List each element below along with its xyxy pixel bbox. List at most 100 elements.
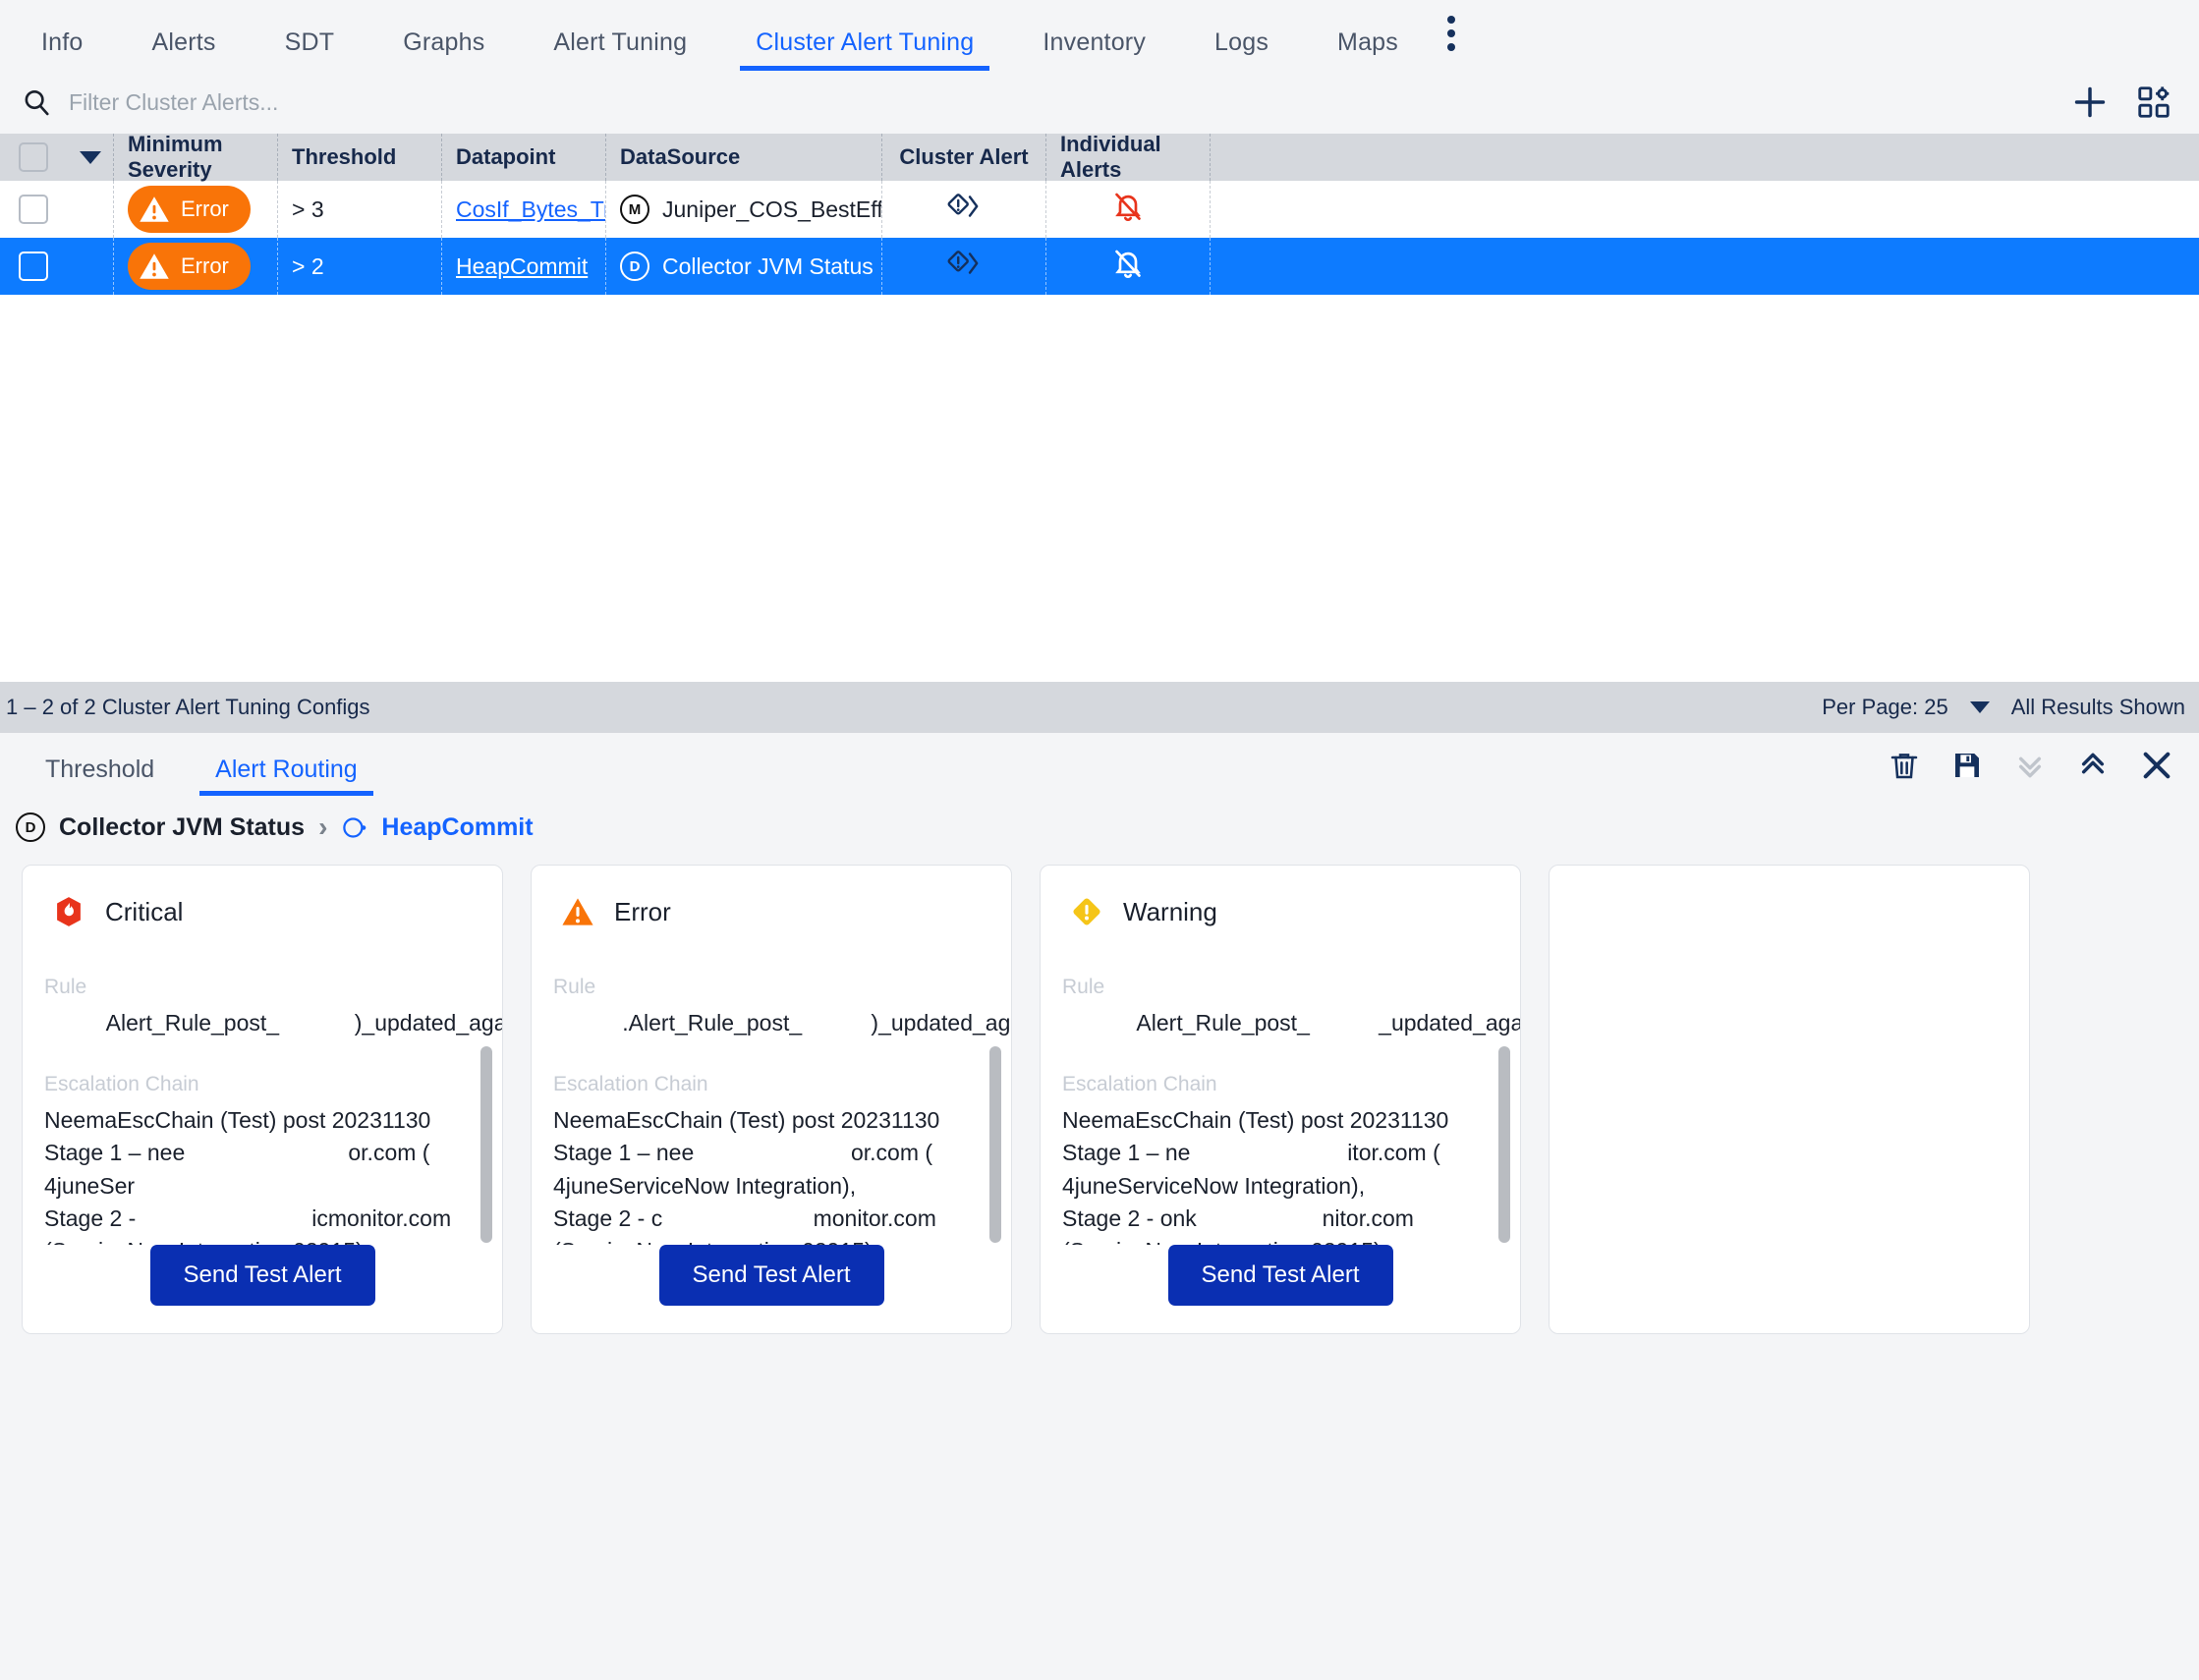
datapoint-link[interactable]: CosIf_Bytes_Transm xyxy=(456,196,605,223)
card-severity-label: Error xyxy=(614,897,671,927)
table-row[interactable]: Error > 2 HeapCommit D Collector JVM Sta… xyxy=(0,238,2199,295)
filter-toolbar xyxy=(0,71,2199,134)
cluster-alert-icon[interactable] xyxy=(946,192,982,227)
rule-label: Rule xyxy=(553,976,986,999)
nav-tab-logs[interactable]: Logs xyxy=(1214,28,1269,71)
datasource-type-badge: D xyxy=(16,812,45,842)
card-header: Critical xyxy=(23,866,502,928)
card-footer: Send Test Alert xyxy=(532,1245,1011,1333)
save-icon[interactable] xyxy=(1951,750,1983,781)
column-header-individual-alerts[interactable]: Individual Alerts xyxy=(1045,134,1210,181)
card-header: Warning xyxy=(1041,866,1520,928)
nav-tab-alert-tuning[interactable]: Alert Tuning xyxy=(553,28,687,71)
column-header-cluster-alert[interactable]: Cluster Alert xyxy=(881,134,1045,181)
rule-value: Alert_Rule_post_ )_updated_again xyxy=(44,1007,477,1039)
datapoint-circle-icon xyxy=(341,814,367,841)
datasource-type-badge: D xyxy=(620,252,649,281)
escalation-chain-label: Escalation Chain xyxy=(553,1073,986,1096)
rule-value: .Alert_Rule_post_ )_updated_again xyxy=(553,1007,986,1039)
column-header-datasource[interactable]: DataSource xyxy=(605,134,881,181)
select-all-checkbox[interactable] xyxy=(19,142,48,172)
cell-individual-alerts xyxy=(1045,238,1210,295)
detail-tab-bar: Threshold Alert Routing xyxy=(0,733,2199,796)
chevron-right-icon: › xyxy=(318,812,327,843)
send-test-alert-button[interactable]: Send Test Alert xyxy=(659,1245,884,1306)
critical-flame-icon xyxy=(52,895,85,928)
all-results-shown-label: All Results Shown xyxy=(2011,695,2185,720)
cell-cluster-alert xyxy=(881,181,1045,238)
cell-individual-alerts xyxy=(1045,181,1210,238)
row-spacer-cell xyxy=(67,181,113,238)
card-body: Rule Alert_Rule_post_ _updated_again Esc… xyxy=(1041,928,1520,1245)
nav-tab-alerts[interactable]: Alerts xyxy=(152,28,216,71)
nav-tab-inventory[interactable]: Inventory xyxy=(1043,28,1146,71)
header-dropdown-cell xyxy=(67,134,113,181)
per-page-label[interactable]: Per Page: 25 xyxy=(1822,695,1947,720)
cell-cluster-alert xyxy=(881,238,1045,295)
chevron-down-icon[interactable] xyxy=(80,151,101,164)
datasource-name: Collector JVM Status xyxy=(662,253,874,280)
table-row[interactable]: Error > 3 CosIf_Bytes_Transm M Juniper_C… xyxy=(0,181,2199,238)
cell-datapoint: CosIf_Bytes_Transm xyxy=(441,181,605,238)
manage-columns-icon[interactable] xyxy=(2136,84,2171,120)
search-input[interactable] xyxy=(69,89,757,116)
column-header-threshold[interactable]: Threshold xyxy=(277,134,441,181)
error-triangle-icon xyxy=(561,895,594,928)
bell-off-icon[interactable] xyxy=(1112,191,1144,228)
tab-threshold[interactable]: Threshold xyxy=(45,756,154,796)
datasource-type-badge: M xyxy=(620,195,649,224)
nav-tab-graphs[interactable]: Graphs xyxy=(403,28,484,71)
bell-off-icon[interactable] xyxy=(1112,248,1144,285)
rule-label: Rule xyxy=(1062,976,1494,999)
cell-spacer xyxy=(1210,181,2199,238)
card-body: Rule Alert_Rule_post_ )_updated_again Es… xyxy=(23,928,502,1245)
breadcrumb-datasource[interactable]: Collector JVM Status xyxy=(59,813,305,842)
search-icon xyxy=(22,87,51,117)
card-body: Rule .Alert_Rule_post_ )_updated_again E… xyxy=(532,928,1011,1245)
cell-minimum-severity: Error xyxy=(113,181,277,238)
card-footer: Send Test Alert xyxy=(1041,1245,1520,1333)
nav-tab-maps[interactable]: Maps xyxy=(1337,28,1398,71)
card-scrollbar[interactable] xyxy=(480,1046,492,1237)
nav-tab-cluster-alert-tuning[interactable]: Cluster Alert Tuning xyxy=(756,28,974,71)
tab-alert-routing[interactable]: Alert Routing xyxy=(215,756,358,796)
nav-tab-info[interactable]: Info xyxy=(41,28,84,71)
per-page-chevron-down-icon[interactable] xyxy=(1970,701,1990,713)
collapse-down-icon[interactable] xyxy=(2014,750,2046,781)
select-all-checkbox-cell xyxy=(0,134,67,181)
row-checkbox-cell xyxy=(0,181,67,238)
cell-datapoint: HeapCommit xyxy=(441,238,605,295)
delete-icon[interactable] xyxy=(1889,750,1920,781)
cell-minimum-severity: Error xyxy=(113,238,277,295)
results-summary: 1 – 2 of 2 Cluster Alert Tuning Configs xyxy=(6,695,370,720)
rule-value: Alert_Rule_post_ _updated_again xyxy=(1062,1007,1494,1039)
column-header-minimum-severity[interactable]: Minimum Severity xyxy=(113,134,277,181)
column-header-datapoint[interactable]: Datapoint xyxy=(441,134,605,181)
close-icon[interactable] xyxy=(2140,749,2173,782)
alert-routing-card-overflow xyxy=(1549,865,2030,1334)
row-checkbox[interactable] xyxy=(19,252,48,281)
alert-routing-card-warning: Warning Rule Alert_Rule_post_ _updated_a… xyxy=(1040,865,1521,1334)
row-checkbox[interactable] xyxy=(19,195,48,224)
escalation-chain-value: NeemaEscChain (Test) post 20231130 Stage… xyxy=(553,1104,986,1245)
breadcrumb: D Collector JVM Status › HeapCommit xyxy=(0,796,2199,843)
escalation-chain-label: Escalation Chain xyxy=(1062,1073,1494,1096)
error-triangle-icon xyxy=(138,250,171,283)
card-scrollbar[interactable] xyxy=(1498,1046,1510,1237)
cluster-alert-icon[interactable] xyxy=(946,249,982,284)
card-scrollbar[interactable] xyxy=(989,1046,1001,1237)
severity-badge-error: Error xyxy=(128,243,251,290)
cell-datasource: M Juniper_COS_BestEffort xyxy=(605,181,881,238)
breadcrumb-datapoint[interactable]: HeapCommit xyxy=(381,813,533,842)
nav-tab-sdt[interactable]: SDT xyxy=(285,28,335,71)
send-test-alert-button[interactable]: Send Test Alert xyxy=(1168,1245,1393,1306)
cluster-alert-tuning-table: Minimum Severity Threshold Datapoint Dat… xyxy=(0,134,2199,682)
severity-label: Error xyxy=(181,253,229,279)
table-header-row: Minimum Severity Threshold Datapoint Dat… xyxy=(0,134,2199,181)
kebab-menu-icon[interactable] xyxy=(1447,16,1455,71)
severity-badge-error: Error xyxy=(128,186,251,233)
send-test-alert-button[interactable]: Send Test Alert xyxy=(150,1245,375,1306)
datapoint-link[interactable]: HeapCommit xyxy=(456,253,588,280)
plus-icon[interactable] xyxy=(2071,84,2109,121)
expand-up-icon[interactable] xyxy=(2077,750,2109,781)
